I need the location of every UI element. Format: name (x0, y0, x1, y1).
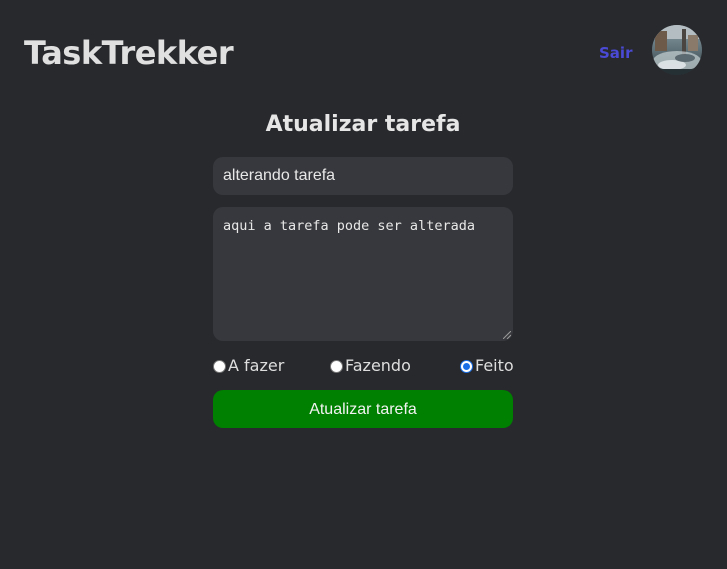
status-label-feito: Feito (475, 356, 514, 375)
resize-grip-icon[interactable] (503, 331, 511, 339)
app-logo: TaskTrekker (24, 34, 234, 72)
task-description-textarea[interactable]: aqui a tarefa pode ser alterada (213, 207, 513, 341)
status-radio-group: A fazer Fazendo Feito (213, 355, 514, 377)
update-task-button[interactable]: Atualizar tarefa (213, 390, 513, 428)
status-option-feito[interactable]: Feito (460, 355, 514, 377)
radio-feito[interactable] (460, 359, 473, 373)
status-option-fazendo[interactable]: Fazendo (330, 355, 411, 377)
status-label-fazendo: Fazendo (345, 356, 411, 375)
form-title: Atualizar tarefa (265, 112, 461, 137)
avatar[interactable] (652, 25, 702, 75)
signout-link[interactable]: Sair (599, 43, 632, 63)
app-header: TaskTrekker Sair (0, 0, 727, 105)
status-label-a-fazer: A fazer (228, 356, 285, 375)
radio-a-fazer[interactable] (213, 359, 226, 373)
task-title-input[interactable] (213, 157, 513, 195)
user-avatar-image (652, 25, 702, 75)
status-option-a-fazer[interactable]: A fazer (213, 355, 284, 377)
radio-fazendo[interactable] (330, 359, 343, 373)
